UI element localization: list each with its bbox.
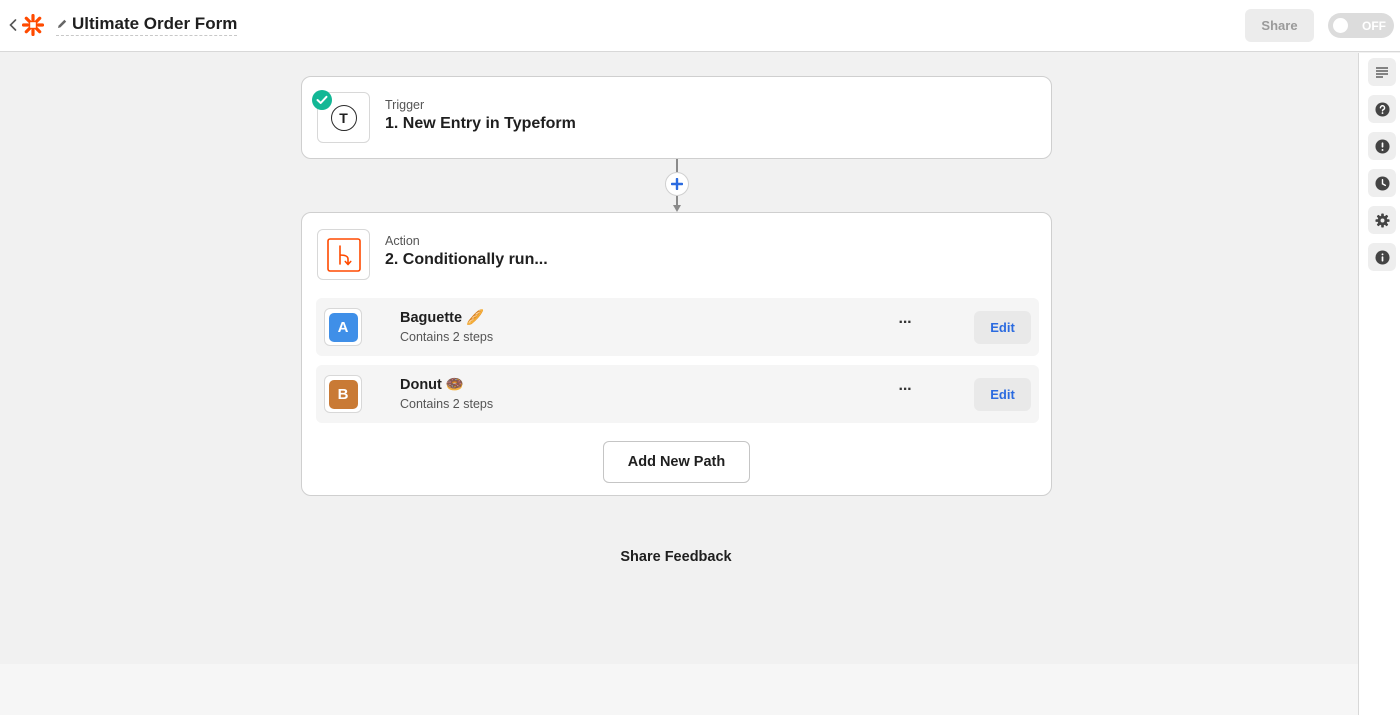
toggle-knob [1333,18,1348,33]
typeform-icon: T [330,104,357,131]
sidebar-history-button[interactable] [1368,169,1396,197]
share-feedback-link[interactable]: Share Feedback [601,549,751,565]
plus-icon [671,178,683,190]
path-row[interactable]: A Baguette 🥖 Contains 2 steps ··· Edit [316,298,1039,356]
more-options-icon[interactable]: ··· [896,382,914,401]
sidebar-details-button[interactable] [1368,58,1396,86]
pencil-icon [58,19,67,28]
step-type-label: Trigger [385,98,425,112]
zap-title-field[interactable]: Ultimate Order Form [56,13,238,36]
step-type-label: Action [385,234,420,248]
sidebar-alerts-button[interactable] [1368,132,1396,160]
paths-app-tile [317,229,370,280]
path-name: Donut 🍩 [400,377,464,393]
path-row[interactable]: B Donut 🍩 Contains 2 steps ··· Edit [316,365,1039,423]
add-new-path-button[interactable]: Add New Path [603,441,750,483]
sidebar-help-button[interactable] [1368,95,1396,123]
step-title: 1. New Entry in Typeform [385,115,576,132]
top-bar: Ultimate Order Form Share OFF [0,0,1400,52]
path-badge: B [328,379,358,409]
settings-icon [1374,212,1390,228]
path-step-count: Contains 2 steps [400,330,494,344]
baguette-icon: 🥖 [466,310,485,326]
sidebar-info-button[interactable] [1368,243,1396,271]
action-step-card[interactable]: Action 2. Conditionally run... A Baguett… [301,212,1052,496]
edit-path-button[interactable]: Edit [974,378,1031,411]
info-icon [1374,249,1390,265]
step-title: 2. Conditionally run... [385,251,548,268]
connector-line [676,159,678,172]
path-badge-tile: A [324,308,362,346]
paths-icon [326,237,361,272]
zapier-logo-icon[interactable] [22,14,44,36]
edit-path-button[interactable]: Edit [974,311,1031,344]
path-badge: A [328,312,358,342]
path-step-count: Contains 2 steps [400,397,494,411]
add-step-button[interactable] [665,172,689,196]
history-icon [1374,175,1390,191]
alert-icon [1374,138,1390,154]
more-options-icon[interactable]: ··· [896,315,914,334]
bottom-band [0,664,1358,715]
path-name: Baguette 🥖 [400,310,485,326]
donut-icon: 🍩 [445,377,464,393]
back-button[interactable] [6,16,20,34]
zap-title: Ultimate Order Form [72,13,238,33]
connector-arrow-icon [673,205,681,212]
zap-on-off-toggle[interactable]: OFF [1328,13,1394,38]
sidebar-settings-button[interactable] [1368,206,1396,234]
share-button[interactable]: Share [1245,9,1314,42]
help-icon [1374,101,1390,117]
trigger-step-card[interactable]: T Trigger 1. New Entry in Typeform [301,76,1052,159]
path-badge-tile: B [324,375,362,413]
right-sidebar [1358,53,1400,715]
chevron-left-icon [9,19,17,31]
toggle-label: OFF [1362,19,1386,33]
check-icon [312,90,332,110]
details-icon [1376,67,1388,78]
